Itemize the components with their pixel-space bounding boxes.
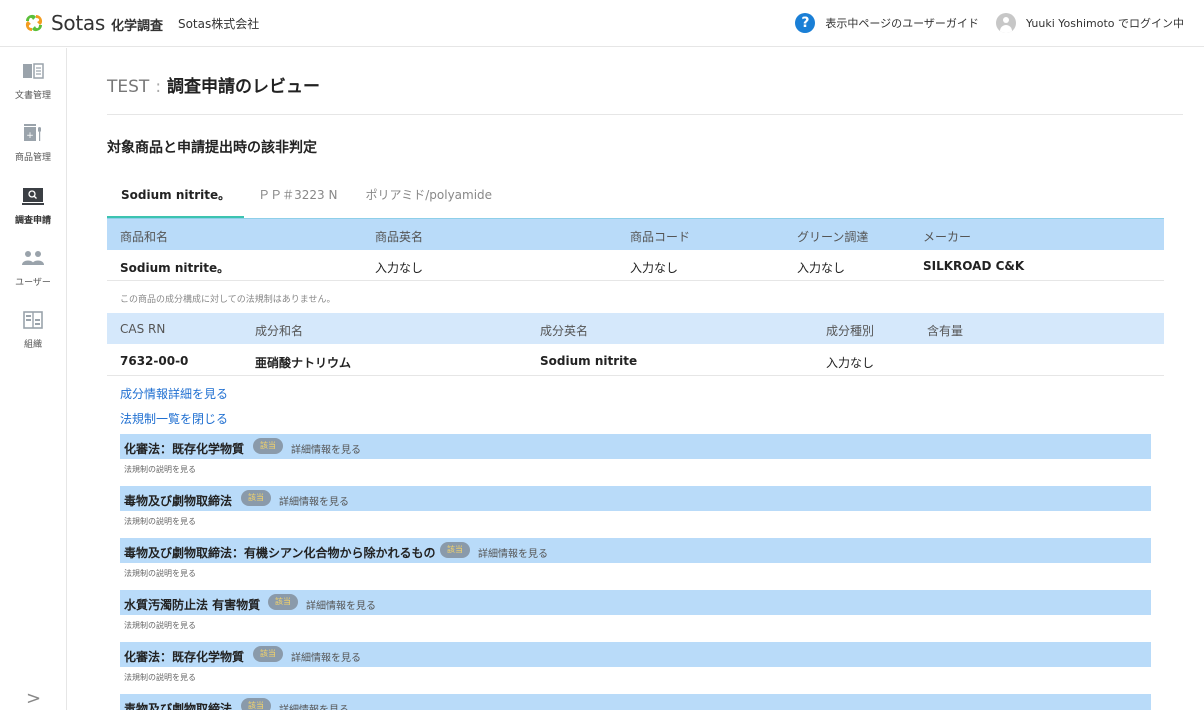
law-name: 水質汚濁防止法 有害物質 [124,598,261,612]
law-row: 毒物及び劇物取締法 該当 詳細情報を見る [120,694,1151,710]
table-cell: 入力なし [630,261,679,275]
component-detail-link[interactable]: 成分情報詳細を見る [120,385,228,402]
law-row: 毒物及び劇物取締法：有機シアン化合物から除かれるもの 該当 詳細情報を見る [120,538,1151,563]
tab-sodium-nitrite[interactable]: Sodium nitrite。 [107,178,245,218]
status-badge: 該当 [253,438,283,454]
law-name: 化審法：既存化学物質 [124,442,245,456]
table-cell: 入力なし [826,356,875,370]
law-description-link[interactable]: 法規制の説明を見る [124,568,196,579]
svg-text:+: + [26,131,34,141]
sidebar-item-label: ユーザー [15,278,51,288]
user-guide-link[interactable]: 表示中ページのユーザーガイド [825,15,979,31]
page-title: TEST: 調査申請のレビュー [107,72,320,97]
law-description-link[interactable]: 法規制の説明を見る [124,620,196,631]
main-content: TEST: 調査申請のレビュー 対象商品と申請提出時の該非判定 Sodium ni… [67,48,1204,710]
law-detail-link[interactable]: 詳細情報を見る [291,441,361,456]
sidebar-item-survey-request[interactable]: 調査申請 [0,187,66,226]
law-detail-link[interactable]: 詳細情報を見る [279,701,349,710]
law-description-link[interactable]: 法規制の説明を見る [124,464,196,475]
sidebar-item-organization[interactable]: 組織 [0,311,66,350]
column-header: 成分英名 [540,324,589,338]
company-name: Sotas株式会社 [177,16,260,31]
project-name: TEST [107,77,150,97]
law-name: 化審法：既存化学物質 [124,650,245,664]
product-icon: + [24,124,41,141]
table-row: Sodium nitrite。 入力なし 入力なし 入力なし SILKROAD … [107,250,1164,281]
brand-name: Sotas [51,11,105,35]
page-heading: 調査申請のレビュー [167,77,321,97]
law-detail-link[interactable]: 詳細情報を見る [306,597,376,612]
book-icon [23,63,44,79]
sidebar-item-label: 組織 [23,340,42,350]
sidebar-expand-chevron-icon[interactable]: > [26,688,41,709]
law-detail-link[interactable]: 詳細情報を見る [291,649,361,664]
sidebar-item-documents[interactable]: 文書管理 [0,62,66,101]
column-header: 成分種別 [826,324,875,338]
column-header: 商品英名 [375,230,424,244]
sidebar: 文書管理 + 商品管理 調査申請 ユーザー 組織 > [0,48,67,710]
law-description-link[interactable]: 法規制の説明を見る [124,516,196,527]
law-detail-link[interactable]: 詳細情報を見る [279,493,349,508]
tab-polyamide[interactable]: ポリアミド/polyamide [351,178,506,218]
law-description-link[interactable]: 法規制の説明を見る [124,672,196,683]
close-law-list-link[interactable]: 法規制一覧を閉じる [120,410,228,427]
login-status[interactable]: Yuuki Yoshimoto でログイン中 [1026,15,1184,31]
section-title: 対象商品と申請提出時の該非判定 [107,140,317,156]
law-detail-link[interactable]: 詳細情報を見る [478,545,548,560]
table-cell: 入力なし [797,261,846,275]
column-header: グリーン調達 [797,230,869,244]
product-table-header: 商品和名 商品英名 商品コード グリーン調達 メーカー [107,219,1164,250]
avatar[interactable] [995,13,1016,33]
status-badge: 該当 [440,542,470,558]
sidebar-item-users[interactable]: ユーザー [0,249,66,288]
help-icon[interactable]: ? [795,13,816,33]
column-header: 含有量 [927,324,964,338]
component-table-header: CAS RN 成分和名 成分英名 成分種別 含有量 [107,313,1164,344]
tab-pp3223n[interactable]: ＰＰ＃3223 N [244,178,351,218]
sotas-logo-icon [25,14,43,32]
status-badge: 該当 [241,698,271,710]
law-row: 化審法：既存化学物質 該当 詳細情報を見る [120,434,1151,459]
title-separator: : [155,77,162,97]
table-cell: 7632-00-0 [120,354,189,368]
top-bar: Sotas 化学調査 Sotas株式会社 ? 表示中ページのユーザーガイド Yu… [0,0,1204,47]
table-cell: 入力なし [375,261,424,275]
law-row: 水質汚濁防止法 有害物質 該当 詳細情報を見る [120,590,1151,615]
law-name: 毒物及び劇物取締法 [124,702,233,710]
sidebar-item-label: 文書管理 [14,91,51,101]
column-header: CAS RN [120,322,166,336]
table-row: 7632-00-0 亜硝酸ナトリウム Sodium nitrite 入力なし [107,345,1164,376]
column-header: メーカー [923,230,972,244]
product-tabs: Sodium nitrite。 ＰＰ＃3223 N ポリアミド/polyamid… [107,178,1164,218]
table-cell: Sodium nitrite [540,354,638,368]
status-badge: 該当 [268,594,298,610]
no-regulation-note: この商品の成分構成に対しての法規制はありません。 [120,295,336,305]
search-icon [22,188,44,205]
logo[interactable]: Sotas 化学調査 [22,11,163,35]
law-row: 化審法：既存化学物質 該当 詳細情報を見る [120,642,1151,667]
building-icon [23,311,43,329]
law-name: 毒物及び劇物取締法 [124,494,233,508]
law-row: 毒物及び劇物取締法 該当 詳細情報を見る [120,486,1151,511]
status-badge: 該当 [253,646,283,662]
table-cell: SILKROAD C&K [923,259,1025,273]
table-cell: Sodium nitrite。 [120,261,230,275]
column-header: 商品和名 [120,230,169,244]
sidebar-item-label: 商品管理 [14,153,51,163]
title-divider [107,114,1183,115]
sidebar-item-label: 調査申請 [14,216,51,226]
status-badge: 該当 [241,490,271,506]
brand-subtitle: 化学調査 [110,19,163,34]
sidebar-item-products[interactable]: + 商品管理 [0,124,66,163]
table-cell: 亜硝酸ナトリウム [255,356,352,370]
column-header: 成分和名 [255,324,304,338]
column-header: 商品コード [630,230,691,244]
users-icon [22,251,44,265]
law-name: 毒物及び劇物取締法：有機シアン化合物から除かれるもの [124,546,436,560]
